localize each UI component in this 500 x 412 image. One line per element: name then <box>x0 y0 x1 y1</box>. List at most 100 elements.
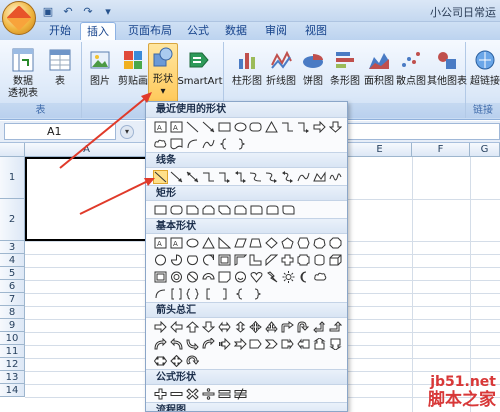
select-all-corner[interactable] <box>0 143 25 157</box>
right-brace-shape-icon[interactable] <box>233 137 248 151</box>
curved-connector-shape-icon[interactable] <box>249 170 264 184</box>
row-header-10[interactable]: 10 <box>0 332 25 345</box>
tab-data[interactable]: 数据 <box>218 22 254 40</box>
decagon-shape-icon[interactable] <box>153 253 168 267</box>
customize-icon[interactable]: ▾ <box>100 3 116 19</box>
right-bracket-shape-icon[interactable] <box>217 287 232 301</box>
elbow-arrow-shape-icon[interactable] <box>217 170 232 184</box>
bent-arrow-shape-icon[interactable] <box>280 320 295 334</box>
curved-left-arrow-shape-icon[interactable] <box>169 337 184 351</box>
round-diagonal-rect-shape-icon[interactable] <box>281 203 296 217</box>
arc-shape-icon[interactable] <box>153 287 168 301</box>
row-header-14[interactable]: 14 <box>0 384 25 397</box>
tab-formulas[interactable]: 公式 <box>180 22 216 40</box>
octagon-shape-icon[interactable] <box>328 236 343 250</box>
quad-arrow-callout-shape-icon[interactable] <box>169 354 184 368</box>
textbox-shape-icon[interactable]: A <box>153 120 168 134</box>
name-box-dropdown-icon[interactable]: ▾ <box>120 125 134 139</box>
other-charts-button[interactable]: 其他图表 <box>427 46 467 88</box>
elbow-connector-shape-icon[interactable] <box>201 170 216 184</box>
quad-arrow-shape-icon[interactable] <box>249 320 264 334</box>
snip-corner-rect-shape-icon[interactable] <box>185 203 200 217</box>
circular-arrow-shape-icon[interactable] <box>185 354 200 368</box>
round-corner-rect-shape-icon[interactable] <box>249 203 264 217</box>
no-symbol-shape-icon[interactable] <box>185 270 200 284</box>
tab-insert[interactable]: 插入 <box>80 22 116 40</box>
snip-diagonal-rect-shape-icon[interactable] <box>217 203 232 217</box>
pie-chart-button[interactable]: 饼图 <box>300 46 326 88</box>
picture-button[interactable]: 图片 <box>86 46 114 88</box>
plus-shape-icon[interactable] <box>153 387 168 401</box>
bevel-shape-icon[interactable] <box>153 270 168 284</box>
oval-shape-icon[interactable] <box>185 236 200 250</box>
row-header-12[interactable]: 12 <box>0 358 25 371</box>
column-chart-button[interactable]: 柱形图 <box>230 46 264 88</box>
rectangle-shape-icon[interactable] <box>217 120 232 134</box>
left-arrow-shape-icon[interactable] <box>169 320 184 334</box>
arrow-line-shape-icon[interactable] <box>201 120 216 134</box>
up-arrow-shape-icon[interactable] <box>185 320 200 334</box>
arc-shape-icon[interactable] <box>185 137 200 151</box>
parallelogram-shape-icon[interactable] <box>233 236 248 250</box>
cube-shape-icon[interactable] <box>328 253 343 267</box>
column-header-g[interactable]: G <box>470 143 500 157</box>
line-shape-icon[interactable] <box>185 120 200 134</box>
down-arrow-shape-icon[interactable] <box>328 120 343 134</box>
teardrop-shape-icon[interactable] <box>201 253 216 267</box>
pentagon-shape-icon[interactable] <box>280 236 295 250</box>
u-turn-arrow-shape-icon[interactable] <box>296 320 311 334</box>
vertical-textbox-shape-icon[interactable]: A <box>169 236 184 250</box>
left-bracket-shape-icon[interactable] <box>201 287 216 301</box>
bent-up-arrow-shape-icon[interactable] <box>328 320 343 334</box>
smiley-face-shape-icon[interactable] <box>233 270 248 284</box>
right-triangle-shape-icon[interactable] <box>217 236 232 250</box>
table-button[interactable]: 表 <box>46 46 74 88</box>
right-arrow-shape-icon[interactable] <box>153 320 168 334</box>
curved-double-arrow-shape-icon[interactable] <box>280 170 295 184</box>
row-header-5[interactable]: 5 <box>0 267 25 280</box>
row-header-4[interactable]: 4 <box>0 254 25 267</box>
round-same-side-rect-shape-icon[interactable] <box>265 203 280 217</box>
diamond-shape-icon[interactable] <box>264 236 279 250</box>
striped-right-arrow-shape-icon[interactable] <box>217 337 232 351</box>
chevron-shape-icon[interactable] <box>264 337 279 351</box>
equal-shape-icon[interactable] <box>217 387 232 401</box>
tab-view[interactable]: 视图 <box>298 22 334 40</box>
right-arrow-shape-icon[interactable] <box>312 120 327 134</box>
undo-icon[interactable]: ↶ <box>60 3 76 19</box>
divide-shape-icon[interactable] <box>201 387 216 401</box>
triangle-shape-icon[interactable] <box>264 120 279 134</box>
column-header-f[interactable]: F <box>412 143 470 157</box>
right-arrow-callout-shape-icon[interactable] <box>280 337 295 351</box>
office-button[interactable] <box>2 1 36 35</box>
save-icon[interactable]: ▣ <box>40 3 56 19</box>
sun-shape-icon[interactable] <box>281 270 296 284</box>
multiply-shape-icon[interactable] <box>185 387 200 401</box>
left-up-arrow-shape-icon[interactable] <box>312 320 327 334</box>
left-right-up-arrow-shape-icon[interactable] <box>264 320 279 334</box>
column-header-a[interactable]: A <box>25 143 149 157</box>
tab-review[interactable]: 审阅 <box>258 22 294 40</box>
up-arrow-callout-shape-icon[interactable] <box>312 337 327 351</box>
pie-shape-icon[interactable] <box>169 253 184 267</box>
left-arrow-callout-shape-icon[interactable] <box>296 337 311 351</box>
redo-icon[interactable]: ↷ <box>80 3 96 19</box>
folded-corner-shape-icon[interactable] <box>217 270 232 284</box>
scatter-chart-button[interactable]: 散点图 <box>394 46 428 88</box>
row-header-9[interactable]: 9 <box>0 319 25 332</box>
row-header-3[interactable]: 3 <box>0 241 25 254</box>
down-arrow-shape-icon[interactable] <box>201 320 216 334</box>
frame-shape-icon[interactable] <box>217 253 232 267</box>
area-chart-button[interactable]: 面积图 <box>362 46 396 88</box>
moon-shape-icon[interactable] <box>297 270 312 284</box>
diagonal-stripe-shape-icon[interactable] <box>264 253 279 267</box>
line-shape-icon[interactable] <box>153 170 168 184</box>
formula-input[interactable] <box>346 123 500 140</box>
rectangle-shape-icon[interactable] <box>153 203 168 217</box>
elbow-connector-shape-icon[interactable] <box>280 120 295 134</box>
rounded-rect-shape-icon[interactable] <box>249 120 264 134</box>
curved-down-arrow-shape-icon[interactable] <box>201 337 216 351</box>
triangle-shape-icon[interactable] <box>201 236 216 250</box>
shapes-button[interactable]: 形状 ▾ <box>148 43 178 103</box>
row-header-11[interactable]: 11 <box>0 345 25 358</box>
